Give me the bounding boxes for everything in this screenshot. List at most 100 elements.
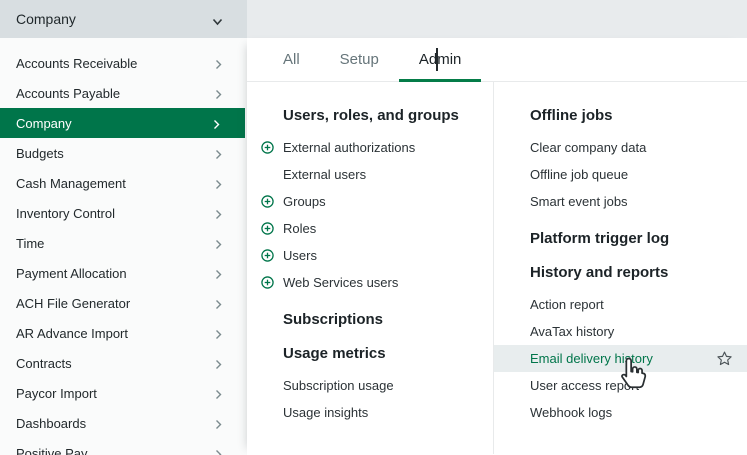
menu-section-users-roles-and-groups: Users, roles, and groups External authori… xyxy=(247,106,493,296)
menu-item-label: Subscription usage xyxy=(283,378,394,393)
chevron-right-icon xyxy=(215,418,222,433)
favorite-star-icon[interactable] xyxy=(716,350,733,367)
chevron-right-icon xyxy=(213,118,220,133)
menu-tabs: All Setup Admin xyxy=(247,38,747,82)
menu-section-offline-jobs: Offline jobs Clear company data Offline jo… xyxy=(494,106,747,215)
menu-section-usage-metrics: Usage metrics Subscription usage Usage ins… xyxy=(247,344,493,426)
menu-item-label: External authorizations xyxy=(283,140,415,155)
chevron-right-icon xyxy=(215,448,222,455)
sidebar-item-payment-allocation[interactable]: Payment Allocation xyxy=(0,258,247,288)
company-menu-flyout: All Setup Admin Users, roles, and groups Ex… xyxy=(247,38,747,455)
tab-admin[interactable]: Admin xyxy=(399,38,482,81)
sidebar-item-company[interactable]: Company xyxy=(0,108,245,138)
menu-item-roles[interactable]: Roles xyxy=(247,215,493,242)
menu-item-groups[interactable]: Groups xyxy=(247,188,493,215)
chevron-right-icon xyxy=(215,208,222,223)
menu-item-offline-job-queue[interactable]: Offline job queue xyxy=(494,161,747,188)
menu-item-label: AvaTax history xyxy=(530,324,614,339)
sidebar-item-dashboards[interactable]: Dashboards xyxy=(0,408,247,438)
add-icon[interactable] xyxy=(261,222,274,235)
section-title: Offline jobs xyxy=(494,106,747,126)
icon-spacer xyxy=(261,406,274,419)
tab-all[interactable]: All xyxy=(263,38,320,81)
module-list: Accounts Receivable Accounts Payable Compa… xyxy=(0,38,247,455)
icon-spacer xyxy=(261,168,274,181)
sidebar-item-positive-pay[interactable]: Positive Pay xyxy=(0,438,247,455)
sidebar-item-label: Company xyxy=(16,116,72,131)
sidebar-item-accounts-receivable[interactable]: Accounts Receivable xyxy=(0,48,247,78)
sidebar-item-ar-advance-import[interactable]: AR Advance Import xyxy=(0,318,247,348)
menu-item-web-services-users[interactable]: Web Services users xyxy=(247,269,493,296)
menu-item-label: Webhook logs xyxy=(530,405,612,420)
menu-item-action-report[interactable]: Action report xyxy=(494,291,747,318)
menu-columns: Users, roles, and groups External authori… xyxy=(247,82,747,454)
module-dropdown-label: Company xyxy=(16,11,76,27)
chevron-right-icon xyxy=(215,298,222,313)
menu-item-label: Clear company data xyxy=(530,140,646,155)
add-icon[interactable] xyxy=(261,195,274,208)
section-title: History and reports xyxy=(494,263,747,283)
menu-item-users[interactable]: Users xyxy=(247,242,493,269)
sidebar-item-ach-file-generator[interactable]: ACH File Generator xyxy=(0,288,247,318)
sidebar-item-label: Cash Management xyxy=(16,176,126,191)
sidebar-item-label: Dashboards xyxy=(16,416,86,431)
tab-label: Setup xyxy=(340,51,379,68)
cursor-ibeam xyxy=(436,48,438,71)
menu-item-label: User access report xyxy=(530,378,639,393)
menu-column-1: Users, roles, and groups External authori… xyxy=(247,82,493,454)
tab-setup[interactable]: Setup xyxy=(320,38,399,81)
sidebar-item-contracts[interactable]: Contracts xyxy=(0,348,247,378)
menu-item-label: Groups xyxy=(283,194,326,209)
menu-item-label: External users xyxy=(283,167,366,182)
chevron-right-icon xyxy=(215,388,222,403)
menu-item-email-delivery-history[interactable]: Email delivery history xyxy=(494,345,747,372)
tab-label: Admin xyxy=(419,51,462,68)
chevron-right-icon xyxy=(215,148,222,163)
sidebar-item-label: Inventory Control xyxy=(16,206,115,221)
chevron-right-icon xyxy=(215,88,222,103)
section-title: Usage metrics xyxy=(247,344,493,364)
sidebar-item-inventory-control[interactable]: Inventory Control xyxy=(0,198,247,228)
tab-label: All xyxy=(283,51,300,68)
module-dropdown[interactable]: Company xyxy=(0,0,247,38)
sidebar-item-cash-management[interactable]: Cash Management xyxy=(0,168,247,198)
module-sidebar: Company Accounts Receivable Accounts Paya… xyxy=(0,0,247,455)
menu-item-label: Users xyxy=(283,248,317,263)
menu-item-clear-company-data[interactable]: Clear company data xyxy=(494,134,747,161)
add-icon[interactable] xyxy=(261,249,274,262)
menu-section-platform-trigger-log: Platform trigger log xyxy=(494,229,747,249)
menu-item-webhook-logs[interactable]: Webhook logs xyxy=(494,399,747,426)
section-title: Users, roles, and groups xyxy=(247,106,493,126)
add-icon[interactable] xyxy=(261,141,274,154)
section-title: Subscriptions xyxy=(247,310,493,330)
chevron-right-icon xyxy=(215,178,222,193)
menu-item-label: Email delivery history xyxy=(530,351,653,366)
menu-item-label: Usage insights xyxy=(283,405,368,420)
sidebar-item-paycor-import[interactable]: Paycor Import xyxy=(0,378,247,408)
sidebar-item-label: Contracts xyxy=(16,356,72,371)
menu-item-label: Action report xyxy=(530,297,604,312)
menu-item-avatax-history[interactable]: AvaTax history xyxy=(494,318,747,345)
chevron-down-icon xyxy=(212,13,223,31)
app-window: Company Accounts Receivable Accounts Paya… xyxy=(0,0,747,455)
sidebar-item-time[interactable]: Time xyxy=(0,228,247,258)
add-icon[interactable] xyxy=(261,276,274,289)
menu-item-subscription-usage[interactable]: Subscription usage xyxy=(247,372,493,399)
sidebar-item-label: Accounts Receivable xyxy=(16,56,137,71)
sidebar-item-label: ACH File Generator xyxy=(16,296,130,311)
sidebar-item-budgets[interactable]: Budgets xyxy=(0,138,247,168)
chevron-right-icon xyxy=(215,58,222,73)
icon-spacer xyxy=(261,379,274,392)
menu-item-external-authorizations[interactable]: External authorizations xyxy=(247,134,493,161)
menu-item-user-access-report[interactable]: User access report xyxy=(494,372,747,399)
sidebar-item-accounts-payable[interactable]: Accounts Payable xyxy=(0,78,247,108)
menu-column-2: Offline jobs Clear company data Offline jo… xyxy=(494,82,747,454)
chevron-right-icon xyxy=(215,328,222,343)
menu-item-external-users[interactable]: External users xyxy=(247,161,493,188)
menu-item-smart-event-jobs[interactable]: Smart event jobs xyxy=(494,188,747,215)
sidebar-item-label: Time xyxy=(16,236,44,251)
menu-item-label: Smart event jobs xyxy=(530,194,628,209)
menu-section-history-and-reports: History and reports Action report AvaTax h… xyxy=(494,263,747,426)
menu-item-usage-insights[interactable]: Usage insights xyxy=(247,399,493,426)
menu-item-label: Roles xyxy=(283,221,316,236)
